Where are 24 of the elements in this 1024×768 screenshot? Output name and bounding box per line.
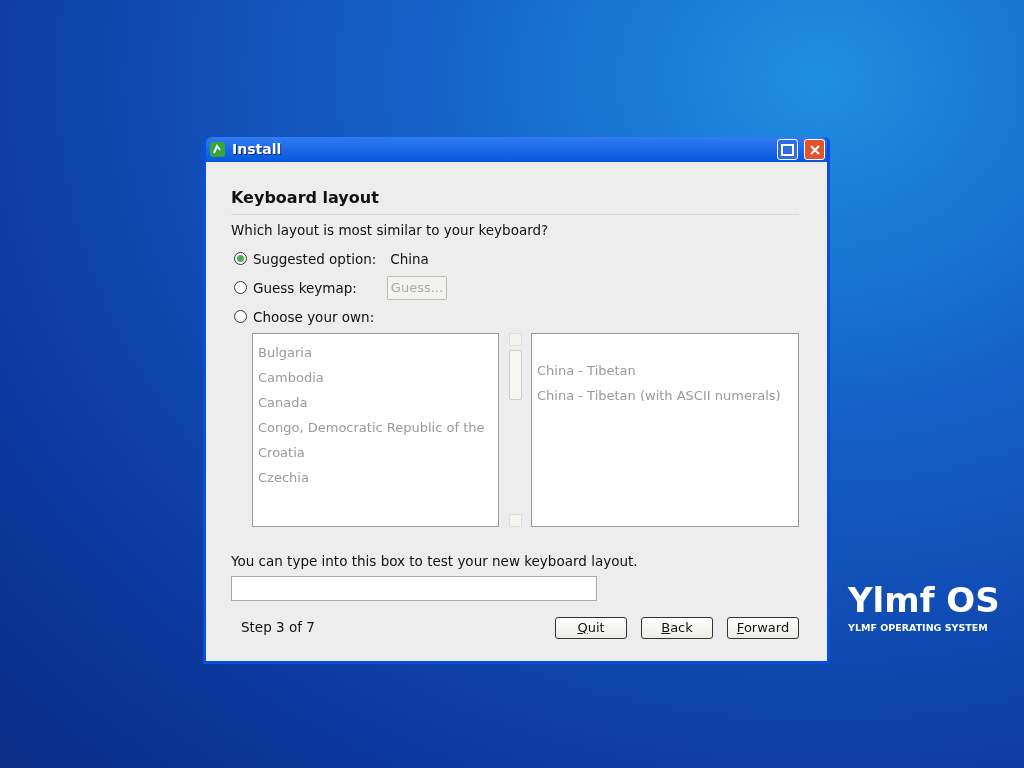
question-text: Which layout is most similar to your keyboard? xyxy=(231,222,549,238)
test-input-field[interactable] xyxy=(231,575,597,601)
close-icon xyxy=(808,143,821,156)
radio-button[interactable] xyxy=(234,281,247,295)
radio-button[interactable] xyxy=(234,252,247,266)
scrollbar[interactable] xyxy=(507,333,523,528)
maximize-button[interactable] xyxy=(777,139,798,160)
suggested-value: China xyxy=(390,249,429,269)
nav-button[interactable]: Forward xyxy=(727,616,799,639)
radio-button[interactable] xyxy=(234,310,247,324)
page-heading: Keyboard layout xyxy=(231,186,799,215)
test-label: You can type into this box to test your new keyboard layout. xyxy=(231,553,638,570)
logo-name: Ylmf OS xyxy=(848,583,1000,617)
nav-button[interactable]: Back xyxy=(641,616,713,639)
nav-button[interactable]: Quit xyxy=(555,616,627,639)
logo-tagline: YLMF OPERATING SYSTEM xyxy=(848,621,989,635)
option-label[interactable]: Choose your own: xyxy=(253,306,375,327)
option-label[interactable]: Guess keymap: xyxy=(253,277,357,298)
maximize-icon xyxy=(781,143,794,156)
step-indicator: Step 3 of 7 xyxy=(241,618,315,638)
app-icon xyxy=(209,141,226,158)
option-label[interactable]: Suggested option: xyxy=(253,248,377,269)
close-button[interactable] xyxy=(804,139,825,160)
window-title: Install xyxy=(232,140,283,159)
